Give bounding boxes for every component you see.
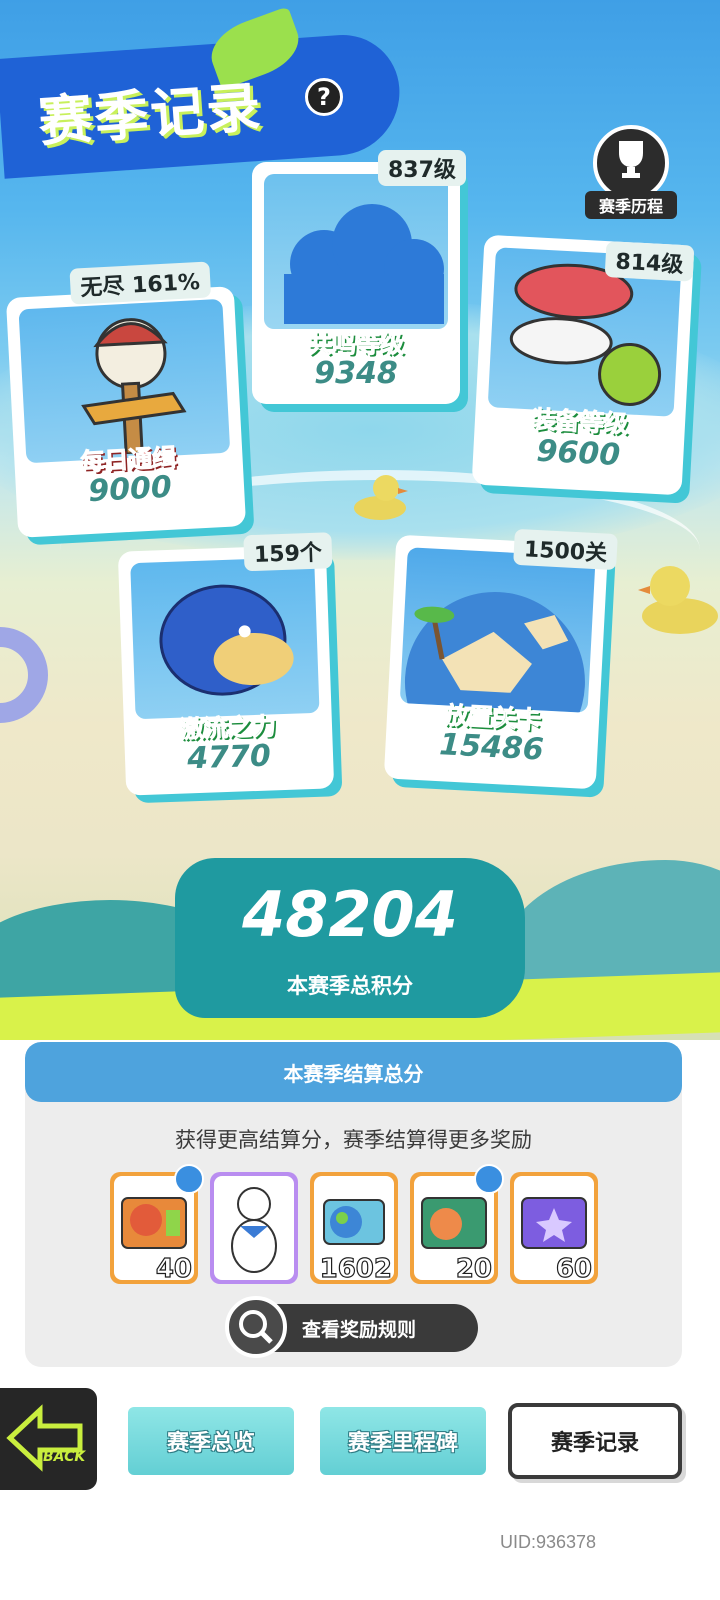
magnifier-icon[interactable] <box>225 1296 287 1358</box>
reward-item-3[interactable]: 1602 <box>310 1172 398 1285</box>
reward-count: 20 <box>455 1253 492 1284</box>
reward-item-5[interactable]: 60 <box>510 1172 598 1285</box>
page-title: 赛季记录 <box>36 75 265 154</box>
idle-stage-tag: 1500关 <box>513 528 619 571</box>
equipment-level-tag: 814级 <box>604 241 695 282</box>
card-equipment-level[interactable]: 814级 装备等级 9600 <box>471 234 695 496</box>
settlement-subtitle: 获得更高结算分，赛季结算得更多奖励 <box>175 1128 532 1152</box>
resonance-level-label: 共鸣等级 <box>308 330 405 359</box>
total-score-value: 48204 <box>242 878 458 951</box>
tab-season-milestone[interactable]: 赛季里程碑 <box>316 1403 490 1479</box>
limited-badge-icon <box>474 1164 504 1194</box>
tab-season-record[interactable]: 赛季记录 <box>508 1403 682 1479</box>
reward-item-1[interactable]: 40 <box>110 1164 204 1285</box>
team-silhouette-art <box>264 174 448 329</box>
torrent-power-tag: 159个 <box>243 532 333 572</box>
trophy-icon <box>619 141 643 178</box>
torrent-power-score: 4770 <box>186 738 272 777</box>
resonance-level-score: 9348 <box>314 356 398 391</box>
season-history-button[interactable]: 赛季历程 <box>585 125 677 219</box>
polar-bear-sailor-icon <box>231 1187 277 1273</box>
back-label: BACK <box>43 1449 86 1465</box>
card-resonance-level[interactable]: 837级 共鸣等级 9348 <box>252 150 466 404</box>
season-history-label: 赛季历程 <box>585 191 677 219</box>
rubber-duck-icon <box>354 475 408 520</box>
back-button[interactable] <box>0 1385 100 1493</box>
daily-wanted-tag: 无尽 161% <box>69 261 211 305</box>
settlement-panel: 本赛季结算总分 获得更高结算分，赛季结算得更多奖励 40 1602 20 60 … <box>25 1042 682 1367</box>
reward-count: 60 <box>555 1253 592 1284</box>
sunfish-art <box>130 556 320 720</box>
rubber-duck-icon <box>638 566 718 634</box>
swim-ring-icon <box>0 627 48 723</box>
reward-item-4[interactable]: 20 <box>410 1164 504 1285</box>
total-score-label: 本赛季总积分 <box>287 974 413 998</box>
card-torrent-power[interactable]: 159个 激流之力 4770 <box>117 532 335 796</box>
arrow-left-icon <box>6 1404 83 1472</box>
card-daily-wanted[interactable]: 无尽 161% 每日通缉 9000 <box>5 261 247 538</box>
user-id: UID:936378 <box>500 1532 597 1552</box>
island-globe-art <box>399 547 596 714</box>
reward-count: 40 <box>155 1253 192 1284</box>
card-idle-stage[interactable]: 1500关 放置关卡 15486 <box>383 528 619 790</box>
tab-season-overview[interactable]: 赛季总览 <box>124 1403 298 1479</box>
resonance-level-tag: 837级 <box>378 150 466 186</box>
reward-item-2[interactable] <box>210 1172 298 1284</box>
limited-badge-icon <box>174 1164 204 1194</box>
question-mark-icon[interactable]: ? <box>305 78 343 116</box>
reward-count: 1602 <box>319 1253 393 1284</box>
settlement-title: 本赛季结算总分 <box>25 1042 682 1102</box>
